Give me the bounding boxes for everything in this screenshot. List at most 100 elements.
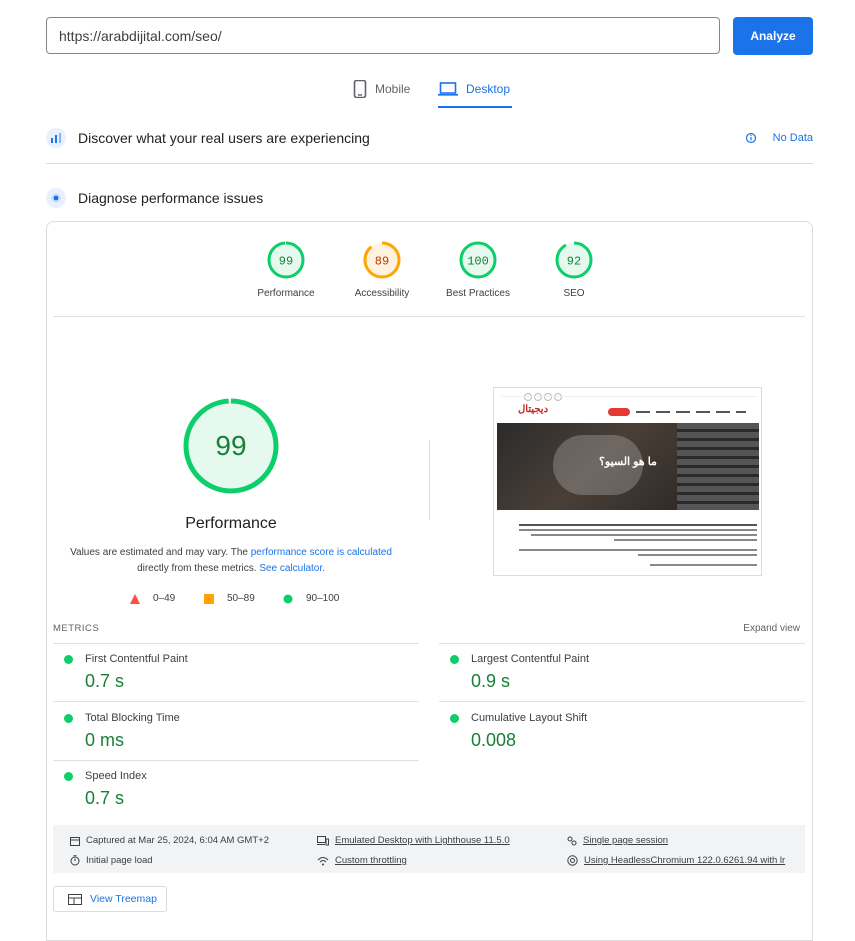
- field-data-section: Discover what your real users are experi…: [46, 128, 813, 148]
- metric-name: First Contentful Paint: [85, 653, 188, 665]
- page-screenshot[interactable]: ديجيتال ما هو السيو؟: [493, 387, 762, 576]
- diagnose-section: Diagnose performance issues: [46, 188, 813, 208]
- category-gauge-best-practices[interactable]: 100 Best Practices: [428, 240, 528, 299]
- circle-icon: [283, 594, 293, 603]
- pass-dot: [64, 654, 73, 664]
- tab-desktop[interactable]: Desktop: [438, 72, 513, 108]
- divider: [439, 643, 805, 644]
- category-label: SEO: [563, 288, 585, 299]
- tab-mobile-label: Mobile: [375, 82, 411, 96]
- category-score: 100: [467, 255, 489, 269]
- metric-value: 0.008: [471, 730, 517, 750]
- diagnose-icon: [46, 188, 66, 208]
- run-info: Captured at Mar 25, 2024, 6:04 AM GMT+2 …: [53, 825, 805, 873]
- category-gauge-performance[interactable]: 99 Performance: [236, 240, 336, 299]
- legend-average-label: 50–89: [227, 593, 255, 604]
- laptop-icon: [438, 82, 458, 96]
- wifi-icon: [317, 856, 329, 865]
- metric-value: 0.7 s: [85, 671, 125, 691]
- captured-text: Captured at Mar 25, 2024, 6:04 AM GMT+2: [86, 835, 269, 846]
- info-icon: [745, 132, 756, 144]
- category-label: Performance: [257, 288, 315, 299]
- main-score-value: 99: [215, 430, 247, 461]
- hero-heading: ما هو السيو؟: [599, 456, 657, 468]
- metric-value: 0.7 s: [85, 788, 125, 808]
- device-tabs: Mobile Desktop: [0, 72, 855, 112]
- category-score: 92: [567, 255, 581, 269]
- load-info: Initial page load: [70, 855, 153, 866]
- timer-icon: [70, 855, 80, 866]
- square-icon: [204, 593, 214, 604]
- divider: [429, 440, 430, 520]
- analyze-button[interactable]: Analyze: [733, 17, 813, 55]
- calendar-icon: [70, 836, 80, 846]
- divider: [46, 163, 813, 164]
- metrics-heading: METRICS: [53, 623, 100, 634]
- diagnose-title: Diagnose performance issues: [78, 190, 264, 206]
- throttling-info[interactable]: Custom throttling: [317, 855, 407, 866]
- pass-dot: [450, 713, 459, 723]
- metric-si: Speed Index 0.7 s: [64, 770, 430, 809]
- view-treemap-button[interactable]: View Treemap: [53, 886, 167, 912]
- expand-view-button[interactable]: Expand view: [700, 623, 800, 634]
- metric-cls: Cumulative Layout Shift 0.008: [450, 712, 816, 751]
- performance-score-link[interactable]: performance score is calculated: [251, 547, 392, 558]
- score-ring: 92: [555, 241, 593, 279]
- tab-mobile[interactable]: Mobile: [353, 72, 410, 106]
- captured-info: Captured at Mar 25, 2024, 6:04 AM GMT+2: [70, 835, 269, 846]
- devices-icon: [317, 835, 329, 845]
- category-label: Accessibility: [354, 288, 410, 299]
- legend-pass: 90–100: [283, 593, 339, 604]
- url-input[interactable]: [46, 17, 720, 54]
- legend-average: 50–89: [204, 593, 255, 604]
- legend-fail-label: 0–49: [153, 593, 176, 604]
- pass-dot: [64, 713, 73, 723]
- metric-name: Speed Index: [85, 770, 147, 782]
- view-treemap-label: View Treemap: [90, 893, 157, 905]
- hero-image: ما هو السيو؟: [497, 423, 759, 510]
- tab-desktop-label: Desktop: [466, 82, 511, 96]
- no-data-indicator[interactable]: No Data: [745, 132, 813, 144]
- score-explanation: Values are estimated and may vary. The p…: [70, 545, 392, 577]
- category-label: Best Practices: [446, 288, 510, 299]
- session-icon: [567, 836, 577, 845]
- session-text: Single page session: [583, 835, 669, 846]
- divider: [439, 701, 805, 702]
- metric-tbt: Total Blocking Time 0 ms: [64, 712, 430, 751]
- metric-lcp: Largest Contentful Paint 0.9 s: [450, 653, 816, 692]
- session-info[interactable]: Single page session: [567, 835, 668, 846]
- calculator-link[interactable]: See calculator.: [259, 563, 325, 574]
- users-chart-icon: [46, 128, 66, 148]
- divider: [53, 760, 419, 761]
- divider: [53, 701, 419, 702]
- chrome-icon: [567, 855, 578, 866]
- pass-dot: [450, 654, 459, 664]
- article-text: [519, 524, 757, 566]
- score-ring: 100: [459, 241, 497, 279]
- metric-value: 0 ms: [85, 730, 125, 750]
- category-score: 89: [375, 255, 389, 269]
- metric-fcp: First Contentful Paint 0.7 s: [64, 653, 430, 692]
- pass-dot: [64, 771, 73, 781]
- explanation-text: directly from these metrics.: [137, 563, 260, 574]
- emulated-text: Emulated Desktop with Lighthouse 11.5.0: [335, 835, 510, 846]
- category-gauge-seo[interactable]: 92 SEO: [524, 240, 624, 299]
- no-data-label: No Data: [772, 132, 813, 144]
- browser-info[interactable]: Using HeadlessChromium 122.0.6261.94 wit…: [567, 855, 785, 866]
- category-gauge-accessibility[interactable]: 89 Accessibility: [332, 240, 432, 299]
- triangle-icon: [130, 593, 140, 604]
- legend-pass-label: 90–100: [306, 593, 340, 604]
- divider: [53, 316, 805, 317]
- explanation-text: Values are estimated and may vary. The: [70, 547, 251, 558]
- browser-text: Using HeadlessChromium 122.0.6261.94 wit…: [584, 855, 786, 866]
- score-ring: 99: [267, 241, 305, 279]
- emulated-info[interactable]: Emulated Desktop with Lighthouse 11.5.0: [317, 835, 510, 846]
- category-score: 99: [279, 255, 293, 269]
- field-data-title: Discover what your real users are experi…: [78, 130, 370, 146]
- score-ring: 89: [363, 241, 401, 279]
- metric-name: Largest Contentful Paint: [471, 653, 590, 665]
- social-icons: [524, 393, 562, 401]
- phone-icon: [353, 80, 367, 98]
- metric-name: Total Blocking Time: [85, 712, 180, 724]
- site-logo: ديجيتال: [518, 404, 549, 415]
